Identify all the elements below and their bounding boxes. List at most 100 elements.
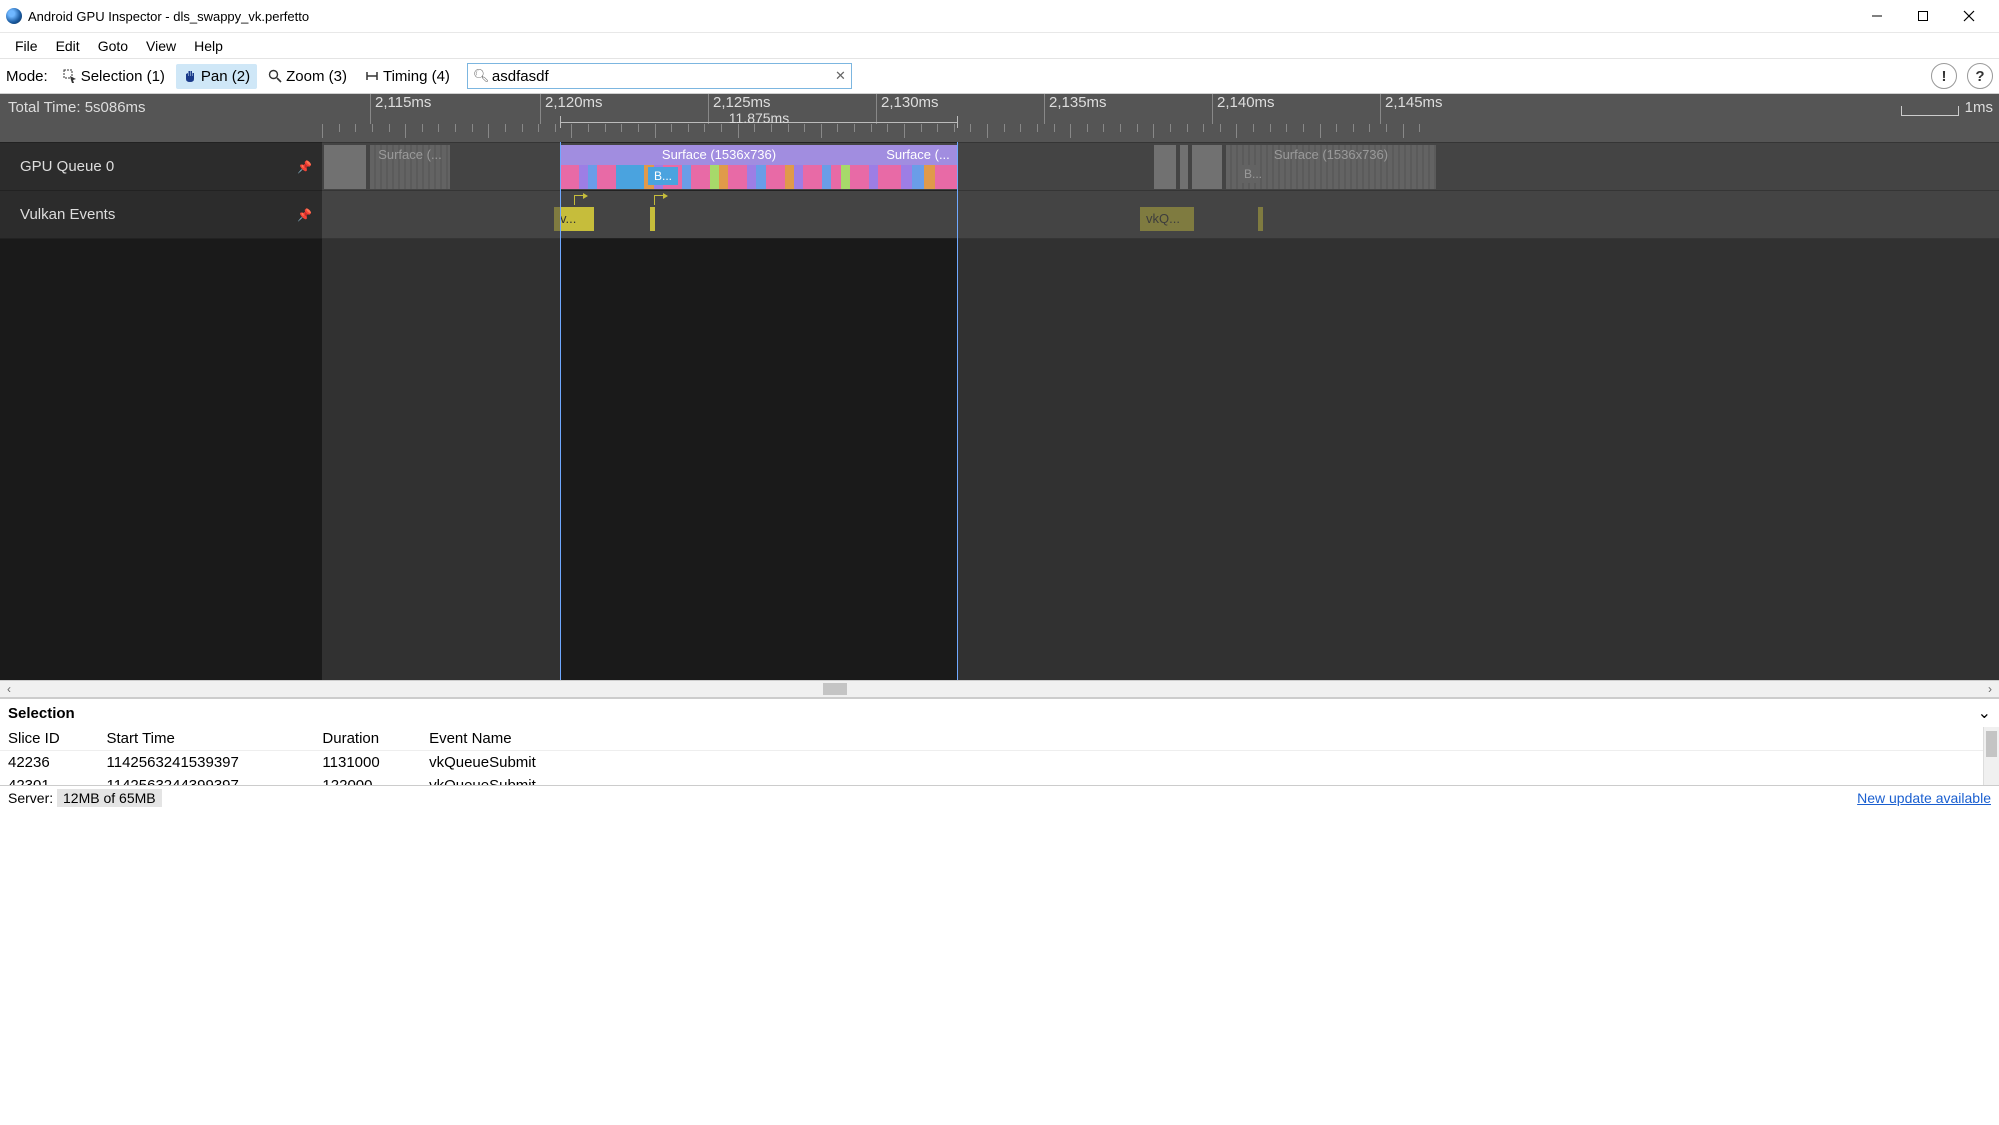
- mode-selection-button[interactable]: Selection (1): [56, 64, 172, 89]
- vulkan-event-slice[interactable]: [1258, 207, 1263, 231]
- cell-event-name: vkQueueSubmit: [421, 751, 600, 775]
- menu-edit[interactable]: Edit: [47, 35, 89, 57]
- track-label[interactable]: Vulkan Events 📌: [0, 191, 322, 238]
- total-time-label: Total Time: 5s086ms: [8, 99, 146, 116]
- cell-start-time: 1142563244399397: [99, 774, 315, 785]
- mode-pan-button[interactable]: Pan (2): [176, 64, 257, 89]
- title-bar: Android GPU Inspector - dls_swappy_vk.pe…: [0, 0, 1999, 32]
- mode-timing-button[interactable]: Timing (4): [358, 64, 457, 89]
- window-maximize-button[interactable]: [1909, 6, 1937, 26]
- timeline-view[interactable]: Total Time: 5s086ms 1ms 2,115ms 2,120ms …: [0, 94, 1999, 680]
- vulkan-event-slice[interactable]: vkQ...: [1140, 207, 1194, 231]
- gpu-surface-slice[interactable]: Surface (...: [370, 145, 450, 189]
- chevron-down-icon[interactable]: ⌄: [1978, 703, 1991, 723]
- ruler-tick: 2,115ms: [370, 94, 431, 124]
- cell-start-time: 1142563241539397: [99, 751, 315, 775]
- cell-duration: 1131000: [314, 751, 421, 775]
- pin-icon[interactable]: 📌: [297, 208, 312, 222]
- scroll-thumb[interactable]: [823, 683, 847, 695]
- scroll-track[interactable]: [18, 681, 1981, 697]
- surface-label: Surface (...: [370, 145, 450, 165]
- selection-table[interactable]: Slice ID Start Time Duration Event Name …: [0, 727, 1999, 785]
- pin-icon[interactable]: 📌: [297, 160, 312, 174]
- cell-slice-id: 42236: [0, 751, 99, 775]
- window-minimize-button[interactable]: [1863, 6, 1891, 26]
- memory-usage: 12MB of 65MB: [57, 789, 162, 807]
- gpu-subslice-label[interactable]: B...: [1238, 165, 1260, 183]
- menu-goto[interactable]: Goto: [89, 35, 137, 57]
- pan-icon: [183, 69, 197, 83]
- menu-view[interactable]: View: [137, 35, 185, 57]
- vulkan-event-slice[interactable]: v...: [554, 207, 594, 231]
- status-bar: Server: 12MB of 65MB New update availabl…: [0, 785, 1999, 809]
- cell-slice-id: 42301: [0, 774, 99, 785]
- track-label[interactable]: GPU Queue 0 📌: [0, 143, 322, 190]
- selection-panel-header[interactable]: Selection ⌄: [0, 699, 1999, 727]
- selection-panel: Selection ⌄ Slice ID Start Time Duration…: [0, 698, 1999, 785]
- ruler-tick: 2,140ms: [1212, 94, 1275, 124]
- mode-zoom-button[interactable]: Zoom (3): [261, 64, 354, 89]
- gpu-surface-slice[interactable]: Surface (...: [878, 145, 958, 189]
- scroll-right-button[interactable]: ›: [1981, 682, 1999, 696]
- col-duration[interactable]: Duration: [314, 727, 421, 751]
- gpu-subslices: [878, 165, 958, 189]
- col-event-name[interactable]: Event Name: [421, 727, 600, 751]
- gpu-slice[interactable]: [1180, 145, 1188, 189]
- tracks-area[interactable]: GPU Queue 0 📌 Surface (... Surface (1536…: [0, 142, 1999, 680]
- info-button[interactable]: !: [1931, 63, 1957, 89]
- timing-icon: [365, 69, 379, 83]
- mode-label: Mode:: [6, 68, 48, 85]
- gpu-subslices: [560, 165, 878, 189]
- cell-duration: 122000: [314, 774, 421, 785]
- server-label: Server:: [8, 790, 53, 806]
- track-vulkan-events[interactable]: Vulkan Events 📌 v... vkQ...: [0, 190, 1999, 238]
- gpu-slice[interactable]: [1192, 145, 1222, 189]
- selection-table-wrap: Slice ID Start Time Duration Event Name …: [0, 727, 1999, 785]
- ruler-tick: 2,145ms: [1380, 94, 1443, 124]
- menu-file[interactable]: File: [6, 35, 47, 57]
- col-start-time[interactable]: Start Time: [99, 727, 315, 751]
- track-lane[interactable]: Surface (... Surface (1536x736): [322, 143, 1999, 190]
- track-name: GPU Queue 0: [20, 158, 114, 175]
- gpu-slice[interactable]: [324, 145, 366, 189]
- mode-zoom-label: Zoom (3): [286, 68, 347, 85]
- gpu-subslice-label[interactable]: B...: [648, 167, 678, 185]
- menu-help[interactable]: Help: [185, 35, 232, 57]
- gpu-slice[interactable]: [1154, 145, 1176, 189]
- surface-label: Surface (1536x736): [1226, 145, 1436, 165]
- mode-pan-label: Pan (2): [201, 68, 250, 85]
- toolbar: Mode: Selection (1) Pan (2) Zoom (3) Tim…: [0, 58, 1999, 94]
- surface-label: Surface (1536x736): [560, 145, 878, 165]
- scroll-left-button[interactable]: ‹: [0, 682, 18, 696]
- help-button[interactable]: ?: [1967, 63, 1993, 89]
- selection-vertical-scrollbar[interactable]: [1983, 727, 1999, 785]
- event-link-arrow-icon: [574, 195, 584, 205]
- track-name: Vulkan Events: [20, 206, 115, 223]
- gpu-surface-slice[interactable]: Surface (1536x736): [560, 145, 878, 189]
- ruler-tick: 2,135ms: [1044, 94, 1107, 124]
- menu-bar: File Edit Goto View Help: [0, 32, 1999, 58]
- table-row[interactable]: 42236 1142563241539397 1131000 vkQueueSu…: [0, 751, 1999, 775]
- track-gpu-queue-0[interactable]: GPU Queue 0 📌 Surface (... Surface (1536…: [0, 142, 1999, 190]
- search-clear-button[interactable]: ✕: [835, 68, 846, 84]
- track-lane[interactable]: v... vkQ...: [322, 191, 1999, 238]
- timeline-horizontal-scrollbar[interactable]: ‹ ›: [0, 680, 1999, 698]
- window-title: Android GPU Inspector - dls_swappy_vk.pe…: [28, 9, 1863, 24]
- update-available-link[interactable]: New update available: [1857, 790, 1991, 806]
- table-row[interactable]: 42301 1142563244399397 122000 vkQueueSub…: [0, 774, 1999, 785]
- window-close-button[interactable]: [1955, 6, 1983, 26]
- col-slice-id[interactable]: Slice ID: [0, 727, 99, 751]
- vulkan-event-slice[interactable]: [650, 207, 655, 231]
- scroll-thumb[interactable]: [1986, 731, 1997, 757]
- ruler-minor-ticks: [322, 124, 1999, 142]
- surface-label: Surface (...: [878, 145, 958, 165]
- zoom-icon: [268, 69, 282, 83]
- selection-panel-title: Selection: [8, 705, 75, 722]
- time-ruler[interactable]: Total Time: 5s086ms 1ms 2,115ms 2,120ms …: [0, 94, 1999, 142]
- event-link-arrow-icon: [654, 195, 664, 205]
- cell-event-name: vkQueueSubmit: [421, 774, 600, 785]
- app-icon: [6, 8, 22, 24]
- search-input[interactable]: [467, 63, 852, 89]
- scale-label: 1ms: [1965, 99, 1993, 116]
- tracks-empty-area: [0, 238, 1999, 680]
